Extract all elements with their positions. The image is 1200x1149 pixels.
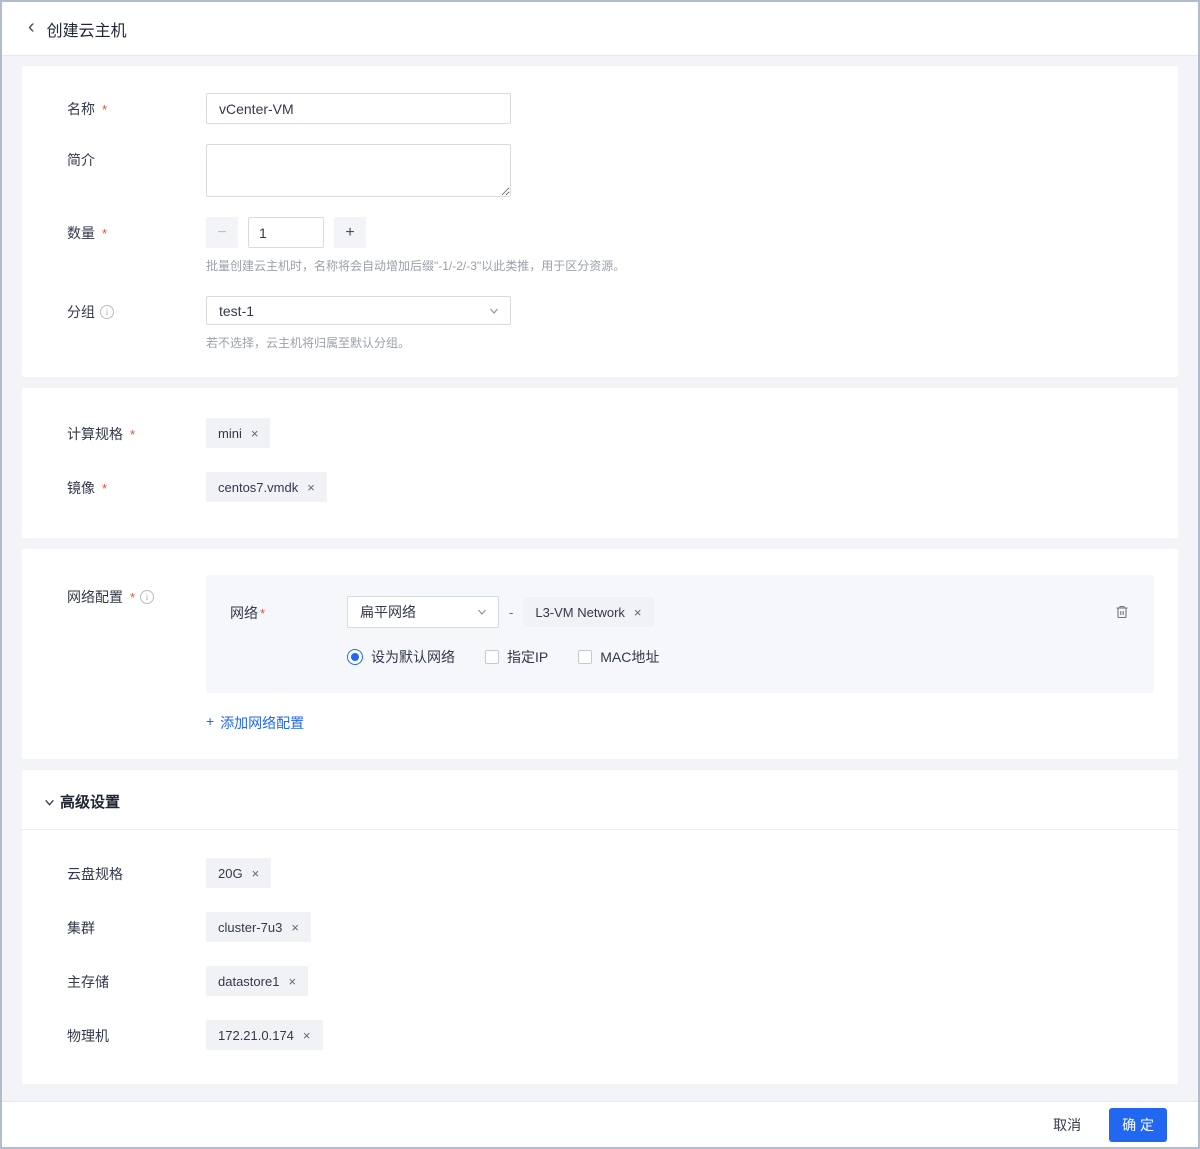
info-icon: i	[100, 305, 114, 319]
required-asterisk: *	[102, 226, 107, 241]
description-row: 简介	[46, 144, 1154, 197]
quantity-stepper: − +	[206, 217, 625, 248]
action-footer: 取消 确 定	[2, 1101, 1198, 1147]
info-icon: i	[140, 590, 154, 604]
cancel-button[interactable]: 取消	[1049, 1109, 1085, 1141]
increment-button[interactable]: +	[334, 217, 366, 248]
spec-panel: 计算规格* mini × 镜像* centos7.vmdk ×	[22, 388, 1178, 538]
physical-host-row: 物理机 172.21.0.174 ×	[46, 1020, 1154, 1050]
remove-tag-icon[interactable]: ×	[291, 921, 299, 934]
back-icon[interactable]: ‹	[28, 17, 35, 37]
network-config-row: 网络配置* i 网络* 扁平网络 -	[46, 581, 1154, 693]
cluster-label: 集群	[46, 912, 206, 938]
radio-selected-icon	[347, 649, 363, 665]
chevron-down-icon	[43, 796, 56, 809]
cluster-tag: cluster-7u3 ×	[206, 912, 311, 942]
network-label: 网络*	[230, 602, 347, 623]
image-row: 镜像* centos7.vmdk ×	[46, 472, 1154, 502]
required-asterisk: *	[102, 102, 107, 117]
disk-spec-row: 云盘规格 20G ×	[46, 858, 1154, 888]
count-row: 数量* − + 批量创建云主机时，名称将会自动增加后缀"-1/-2/-3"以此类…	[46, 217, 1154, 274]
add-network-config-link[interactable]: + 添加网络配置	[206, 713, 304, 733]
name-label: 名称*	[46, 93, 206, 119]
page-header: ‹ 创建云主机	[2, 2, 1198, 56]
page-title: 创建云主机	[47, 17, 127, 41]
name-row: 名称*	[46, 93, 1154, 124]
group-row: 分组 i test-1 若不选择，云主机将归属至默认分组。	[46, 296, 1154, 351]
primary-storage-row: 主存储 datastore1 ×	[46, 966, 1154, 996]
network-panel: 网络配置* i 网络* 扁平网络 -	[22, 549, 1178, 759]
count-label: 数量*	[46, 217, 206, 243]
mac-address-checkbox[interactable]: MAC地址	[578, 647, 659, 667]
dash-separator: -	[509, 605, 513, 620]
network-config-label: 网络配置* i	[46, 581, 206, 607]
remove-tag-icon[interactable]: ×	[634, 606, 642, 619]
network-select-line: 网络* 扁平网络 - L3-VM Network ×	[230, 596, 1132, 628]
remove-tag-icon[interactable]: ×	[251, 427, 259, 440]
group-label: 分组 i	[46, 296, 206, 322]
network-type-select[interactable]: 扁平网络	[347, 596, 499, 628]
basic-info-panel: 名称* 简介 数量* − +	[22, 66, 1178, 377]
disk-spec-label: 云盘规格	[46, 858, 206, 884]
advanced-fields: 云盘规格 20G × 集群 cluster-7u3 ×	[22, 830, 1178, 1050]
primary-storage-label: 主存储	[46, 966, 206, 992]
advanced-panel: 高级设置 云盘规格 20G × 集群 cl	[22, 770, 1178, 1084]
create-vm-page: ‹ 创建云主机 名称* 简介 数量*	[0, 0, 1200, 1149]
default-network-radio[interactable]: 设为默认网络	[347, 647, 455, 667]
remove-tag-icon[interactable]: ×	[303, 1029, 311, 1042]
description-textarea[interactable]	[206, 144, 511, 197]
group-select[interactable]: test-1	[206, 296, 511, 325]
network-tag: L3-VM Network ×	[523, 597, 653, 627]
disk-spec-tag: 20G ×	[206, 858, 271, 888]
chevron-down-icon	[476, 606, 488, 618]
form-content: 名称* 简介 数量* − +	[2, 56, 1198, 1101]
delete-network-button[interactable]	[1112, 602, 1132, 622]
network-options-line: 设为默认网络 指定IP MAC地址	[347, 647, 1132, 667]
primary-storage-tag: datastore1 ×	[206, 966, 308, 996]
network-entry-card: 网络* 扁平网络 - L3-VM Network ×	[206, 575, 1154, 693]
image-label: 镜像*	[46, 472, 206, 498]
remove-tag-icon[interactable]: ×	[288, 975, 296, 988]
cluster-row: 集群 cluster-7u3 ×	[46, 912, 1154, 942]
trash-icon	[1114, 604, 1130, 620]
checkbox-unchecked-icon	[578, 650, 592, 664]
confirm-button[interactable]: 确 定	[1109, 1108, 1167, 1142]
remove-tag-icon[interactable]: ×	[307, 481, 315, 494]
chevron-down-icon	[488, 305, 500, 317]
required-asterisk: *	[102, 481, 107, 496]
compute-spec-tag: mini ×	[206, 418, 270, 448]
advanced-settings-title: 高级设置	[60, 791, 120, 812]
plus-icon: +	[206, 713, 214, 733]
required-asterisk: *	[130, 590, 135, 605]
name-input[interactable]	[206, 93, 511, 124]
count-hint: 批量创建云主机时，名称将会自动增加后缀"-1/-2/-3"以此类推，用于区分资源…	[206, 257, 625, 274]
physical-host-tag: 172.21.0.174 ×	[206, 1020, 323, 1050]
description-label: 简介	[46, 144, 206, 170]
group-hint: 若不选择，云主机将归属至默认分组。	[206, 334, 511, 351]
quantity-input[interactable]	[248, 217, 324, 248]
image-tag: centos7.vmdk ×	[206, 472, 327, 502]
compute-spec-label: 计算规格*	[46, 418, 206, 444]
decrement-button[interactable]: −	[206, 217, 238, 248]
required-asterisk: *	[130, 427, 135, 442]
advanced-settings-toggle[interactable]: 高级设置	[22, 770, 1178, 830]
group-control: test-1 若不选择，云主机将归属至默认分组。	[206, 296, 511, 351]
remove-tag-icon[interactable]: ×	[252, 867, 260, 880]
count-control: − + 批量创建云主机时，名称将会自动增加后缀"-1/-2/-3"以此类推，用于…	[206, 217, 625, 274]
specify-ip-checkbox[interactable]: 指定IP	[485, 647, 548, 667]
required-asterisk: *	[260, 606, 265, 621]
physical-host-label: 物理机	[46, 1020, 206, 1046]
compute-spec-row: 计算规格* mini ×	[46, 418, 1154, 448]
checkbox-unchecked-icon	[485, 650, 499, 664]
